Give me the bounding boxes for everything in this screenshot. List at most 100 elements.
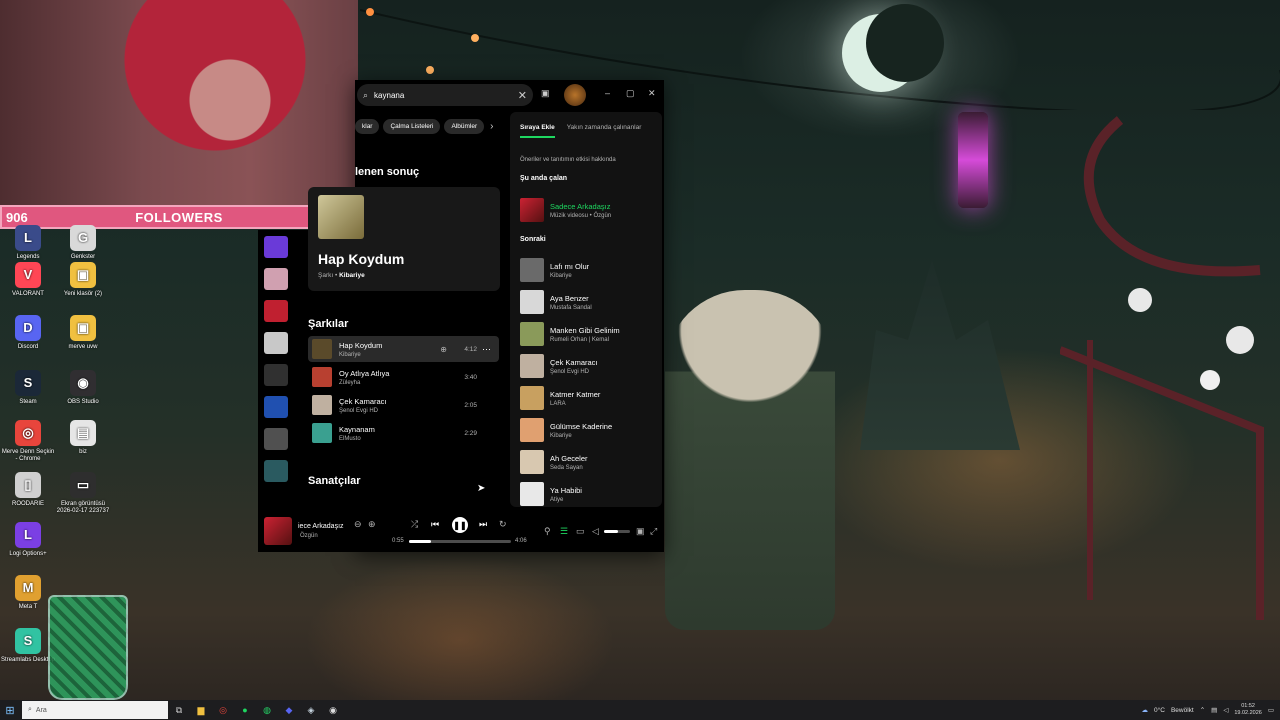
song-artist[interactable]: Şenol Evgi HD bbox=[339, 408, 457, 414]
song-row[interactable]: Kaynanam ElMusto 2:29 bbox=[308, 420, 499, 446]
next-icon[interactable]: ⏭ bbox=[479, 519, 487, 530]
chip-playlists[interactable]: Çalma Listeleri bbox=[383, 119, 441, 134]
tab-recently-played[interactable]: Yakın zamanda çalınanlar bbox=[567, 124, 642, 138]
volume-slider[interactable] bbox=[604, 530, 630, 533]
liked-songs-icon[interactable] bbox=[264, 236, 288, 258]
chevron-right-icon[interactable]: › bbox=[490, 121, 493, 132]
clock[interactable]: 01:52 19.02.2026 bbox=[1234, 703, 1262, 716]
tray-overflow-icon[interactable]: ⌃ bbox=[1200, 706, 1205, 714]
desktop-icon[interactable]: S Steam bbox=[0, 370, 56, 406]
queue-item[interactable]: Aya Benzer Mustafa Sandal bbox=[520, 289, 660, 315]
library-item[interactable] bbox=[264, 332, 288, 354]
fullscreen-icon[interactable]: ⤢ bbox=[650, 526, 657, 537]
desktop-icon[interactable]: ▯ ROODARIE bbox=[0, 472, 56, 508]
queue-item[interactable]: Katmer Katmer LARA bbox=[520, 385, 660, 411]
desktop-icon[interactable]: L Legends bbox=[0, 225, 56, 261]
add-icon[interactable]: ⊕ bbox=[368, 519, 376, 530]
desktop-icon[interactable]: G Genkster bbox=[55, 225, 111, 261]
queue-item[interactable]: Gülümse Kaderine Kibariye bbox=[520, 417, 660, 443]
previous-icon[interactable]: ⏮ bbox=[431, 519, 439, 530]
close-icon[interactable]: ✕ bbox=[648, 88, 656, 99]
desktop-icon[interactable]: D Discord bbox=[0, 315, 56, 351]
queue-item[interactable]: Ya Habibi Atiye bbox=[520, 481, 660, 507]
song-row[interactable]: Çek Kamaracı Şenol Evgi HD 2:05 bbox=[308, 392, 499, 418]
add-to-playlist-icon[interactable]: ⊕ bbox=[440, 345, 447, 354]
queue-item[interactable]: Manken Gibi Gelinim Rumeli Orhan | Kemal bbox=[520, 321, 660, 347]
mini-player-icon[interactable]: ▣ bbox=[636, 526, 645, 537]
desktop-icon[interactable]: ▣ merve uvw bbox=[55, 315, 111, 351]
queue-item-artist[interactable]: Seda Sayan bbox=[550, 465, 588, 471]
desktop-icon[interactable]: ▣ Yeni klasör (2) bbox=[55, 262, 111, 298]
player-title[interactable]: iece Arkadaşız bbox=[298, 523, 344, 530]
queue-icon[interactable]: ☰ bbox=[560, 526, 568, 537]
queue-item-title: Lafı mı Olur bbox=[550, 261, 590, 271]
speaker-icon[interactable]: ◁ bbox=[1223, 706, 1228, 714]
profile-avatar[interactable] bbox=[564, 84, 586, 106]
queue-item-artist[interactable]: LARA bbox=[550, 401, 600, 407]
task-view-icon[interactable]: ⧉ bbox=[168, 700, 190, 720]
song-row[interactable]: Oy Atlıya Atlıya Züleyha 3:40 bbox=[308, 364, 499, 390]
search-input[interactable]: ⌕ kaynana ✕ bbox=[357, 84, 533, 106]
queue-item-artist[interactable]: Atiye bbox=[550, 497, 582, 503]
steam-icon[interactable]: ◈ bbox=[300, 700, 322, 720]
start-icon[interactable]: ⊞ bbox=[0, 700, 20, 720]
song-row[interactable]: Hap Koydum Kibariye ⊕ 4:12 ⋯ bbox=[308, 336, 499, 362]
queue-item[interactable]: Ah Geceler Seda Sayan bbox=[520, 449, 660, 475]
queue-item-artist[interactable]: Rumeli Orhan | Kemal bbox=[550, 337, 620, 343]
desktop-icon[interactable]: V VALORANT bbox=[0, 262, 56, 298]
discord-icon[interactable]: ◆ bbox=[278, 700, 300, 720]
queue-item-artist[interactable]: Kibariye bbox=[550, 273, 589, 279]
queue-item-artist[interactable]: Kibariye bbox=[550, 433, 612, 439]
library-item[interactable] bbox=[264, 364, 288, 386]
desktop-icon[interactable]: ◎ Merve Denn Seçkin - Chrome bbox=[0, 420, 56, 463]
library-item[interactable] bbox=[264, 396, 288, 418]
queue-item[interactable]: Lafı mı Olur Kibariye bbox=[520, 257, 660, 283]
top-result-artist[interactable]: Kibariye bbox=[339, 272, 365, 279]
volume-icon[interactable]: ◁ bbox=[592, 526, 599, 537]
song-artist[interactable]: ElMusto bbox=[339, 436, 457, 442]
queue-item[interactable]: Çek Kamaracı Şenol Evgi HD bbox=[520, 353, 660, 379]
spotify-icon[interactable]: ● bbox=[234, 700, 256, 720]
device-icon[interactable]: ▭ bbox=[576, 526, 585, 537]
library-item[interactable] bbox=[264, 428, 288, 450]
tab-queue[interactable]: Sıraya Ekle bbox=[520, 124, 555, 138]
queue-item-artist[interactable]: Mustafa Sandal bbox=[550, 305, 592, 311]
desktop-icon[interactable]: L Logi Options+ bbox=[0, 522, 56, 558]
repeat-icon[interactable]: ↻ bbox=[499, 519, 507, 530]
now-playing-item[interactable]: Sadece Arkadaşız Müzik videosu • Özgün bbox=[520, 197, 660, 223]
taskbar-search[interactable]: ⌕ Ara bbox=[22, 701, 168, 719]
queue-item-artist[interactable]: Şenol Evgi HD bbox=[550, 369, 598, 375]
file-explorer-icon[interactable]: ▆ bbox=[190, 700, 212, 720]
weather-temperature[interactable]: 0°C bbox=[1154, 707, 1165, 714]
pause-button[interactable]: ❚❚ bbox=[452, 517, 468, 533]
shuffle-icon[interactable]: ⤮ bbox=[411, 519, 418, 530]
network-icon[interactable]: ▤ bbox=[1211, 706, 1217, 714]
queue-note[interactable]: Öneriler ve tanıtımın etkisi hakkında bbox=[520, 157, 616, 163]
chip-tracks[interactable]: klar bbox=[355, 119, 380, 134]
chip-albums[interactable]: Albümler bbox=[444, 119, 485, 134]
minimize-icon[interactable]: – bbox=[605, 88, 610, 98]
song-artist[interactable]: Kibariye bbox=[339, 352, 457, 358]
top-result-title[interactable]: Hap Koydum bbox=[318, 251, 404, 267]
more-options-icon[interactable]: ⋯ bbox=[482, 344, 491, 355]
lyrics-icon[interactable]: ⚲ bbox=[544, 526, 551, 537]
notifications-icon[interactable]: ▭ bbox=[1268, 706, 1274, 714]
song-artist[interactable]: Züleyha bbox=[339, 380, 457, 386]
browse-icon[interactable]: ▣ bbox=[541, 88, 550, 99]
maximize-icon[interactable]: ▢ bbox=[626, 88, 635, 99]
desktop-icon[interactable]: ▤ biz bbox=[55, 420, 111, 456]
weather-status[interactable]: Bewölkt bbox=[1171, 707, 1194, 714]
desktop-icon[interactable]: ▭ Ekran görüntüsü 2026-02-17 223737 bbox=[55, 472, 111, 515]
progress-bar[interactable] bbox=[409, 540, 511, 543]
obs-icon[interactable]: ◉ bbox=[322, 700, 344, 720]
library-item[interactable] bbox=[264, 268, 288, 290]
desktop-icon[interactable]: ◉ OBS Studio bbox=[55, 370, 111, 406]
whatsapp-icon[interactable]: ◍ bbox=[256, 700, 278, 720]
clear-search-icon[interactable]: ✕ bbox=[518, 89, 527, 102]
chrome-icon[interactable]: ◎ bbox=[212, 700, 234, 720]
library-item[interactable] bbox=[264, 460, 288, 482]
library-item[interactable] bbox=[264, 300, 288, 322]
remove-icon[interactable]: ⊖ bbox=[354, 519, 362, 530]
player-artist[interactable]: Özgün bbox=[300, 533, 318, 539]
player-cover[interactable] bbox=[264, 517, 292, 545]
